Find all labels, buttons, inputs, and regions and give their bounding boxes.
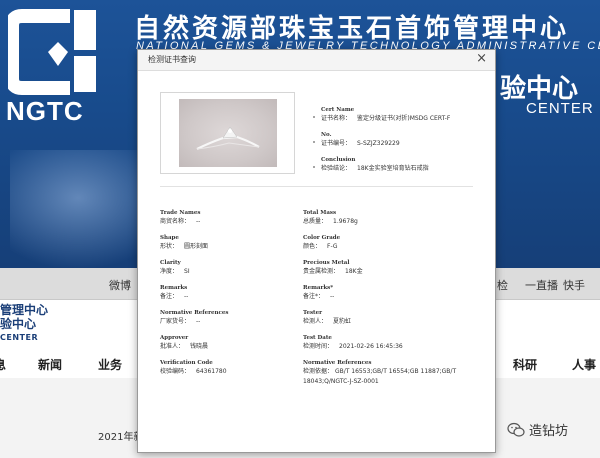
conclusion-row: Conclusion 检验结论： 18K金实验室培育钻石戒指 <box>313 157 493 182</box>
top-nav-check[interactable]: 检 <box>497 277 508 293</box>
field-label-en: Clarity <box>160 260 181 266</box>
field-label-cn: 检测人： <box>303 318 328 325</box>
mini-logo-line-2: 验中心 <box>0 317 37 331</box>
field-label-cn: 形状： <box>160 243 179 250</box>
field-label-cn: 净度： <box>160 268 179 275</box>
product-photo-frame <box>160 92 295 174</box>
dialog-header: 检测证书查询 × <box>138 50 495 71</box>
field-value: 18K金 <box>345 268 363 275</box>
cert-number-row: No. 证书编号： S-SZJZ329229 <box>313 132 493 157</box>
cert-number-label-cn: 证书编号： <box>321 140 352 147</box>
cert-name-value: 鉴定分级证书(对折)MSDG CERT-F <box>357 115 451 122</box>
field-label-en: Tester <box>303 310 322 316</box>
field-label-cn: 总质量： <box>303 218 328 225</box>
dialog-title: 检测证书查询 <box>148 55 196 64</box>
field-value: 钱晓晨 <box>190 343 209 350</box>
field-value: 1.9678g <box>333 218 358 225</box>
field-remarks: Remarks 备注： -- <box>160 285 310 301</box>
field-label-en: Approver <box>160 335 189 341</box>
field-value: 夏豹虹 <box>333 318 352 325</box>
field-label-en: Remarks* <box>303 285 334 291</box>
field-value: SI <box>184 268 190 275</box>
top-nav-yizhibo[interactable]: 一直播 <box>525 277 558 293</box>
field-label-en: Remarks <box>160 285 188 291</box>
field-label-en: Shape <box>160 235 179 241</box>
ring-photo <box>179 99 277 167</box>
cert-number-value: S-SZJZ329229 <box>357 140 400 147</box>
main-nav-research[interactable]: 科研 <box>513 356 537 373</box>
field-shape: Shape 形状： 圆形刻面 <box>160 235 310 251</box>
certificate-summary: Cert Name 证书名称： 鉴定分级证书(对折)MSDG CERT-F No.… <box>313 107 493 182</box>
field-approver: Approver 批准人： 钱晓晨 <box>160 335 310 351</box>
field-label-en: Trade Names <box>160 210 201 216</box>
field-value: -- <box>196 318 201 325</box>
field-precious-metal: Precious Metal 贵金属检测： 18K金 <box>303 260 453 276</box>
field-label-cn: 检测时间： <box>303 343 334 350</box>
site-subtitle-en-fragment: CENTER <box>526 100 594 117</box>
field-clarity: Clarity 净度： SI <box>160 260 310 276</box>
field-label-cn: 备注*： <box>303 293 325 300</box>
field-value: -- <box>184 293 189 300</box>
main-nav-news[interactable]: 新闻 <box>38 356 62 373</box>
field-label-en: Total Mass <box>303 210 337 216</box>
top-nav-kuaishou[interactable]: 快手 <box>563 277 585 293</box>
ngtc-logo-icon <box>8 9 96 95</box>
field-value: -- <box>330 293 335 300</box>
field-total-mass: Total Mass 总质量： 1.9678g <box>303 210 453 226</box>
site-mini-logo: 管理中心 验中心 CENTER <box>0 303 48 345</box>
field-value: 2021-02-26 16:45:36 <box>339 343 403 350</box>
field-trade-names: Trade Names 商贸名称： -- <box>160 210 310 226</box>
wechat-watermark: 造钻坊 <box>507 420 568 439</box>
field-label-en: Precious Metal <box>303 260 350 266</box>
field-label-cn: 厂家货号： <box>160 318 191 325</box>
field-tester: Tester 检测人： 夏豹虹 <box>303 310 453 326</box>
conclusion-label-en: Conclusion <box>321 157 356 163</box>
field-label-cn: 商贸名称： <box>160 218 191 225</box>
field-label-cn: 批准人： <box>160 343 185 350</box>
field-label-cn: 备注： <box>160 293 179 300</box>
field-value: F-G <box>327 243 338 250</box>
field-remarks-star: Remarks* 备注*： -- <box>303 285 453 301</box>
main-nav-business[interactable]: 业务 <box>98 356 122 373</box>
diamond-ring-icon <box>196 126 260 150</box>
field-normative-references: Normative References 检测依据： GB/T 16553;GB… <box>303 360 468 387</box>
field-label-en: Verification Code <box>160 360 213 366</box>
field-color-grade: Color Grade 颜色： F-G <box>303 235 453 251</box>
mini-logo-en: CENTER <box>0 333 39 342</box>
field-label-en: Normative References <box>160 310 229 316</box>
field-value: 64361780 <box>196 368 227 375</box>
cert-name-label-cn: 证书名称： <box>321 115 352 122</box>
conclusion-label-cn: 检验结论： <box>321 165 352 172</box>
close-button[interactable]: × <box>476 51 487 66</box>
field-label-en: Test Date <box>303 335 332 341</box>
cert-name-label-en: Cert Name <box>321 107 355 113</box>
field-manufacturer-no: Normative References 厂家货号： -- <box>160 310 310 326</box>
field-label-cn: 颜色： <box>303 243 322 250</box>
wechat-icon <box>507 422 525 437</box>
conclusion-value: 18K金实验室培育钻石戒指 <box>357 165 429 172</box>
field-label-cn: 校验编码： <box>160 368 191 375</box>
main-nav-fragment: 息 <box>0 358 7 372</box>
field-label-en: Color Grade <box>303 235 341 241</box>
field-label-cn: 贵金属检测： <box>303 268 340 275</box>
section-divider <box>160 186 473 187</box>
field-label-en: Normative References <box>303 360 372 366</box>
field-value: -- <box>196 218 201 225</box>
field-label-cn: 检测依据： <box>303 368 334 375</box>
certificate-query-dialog: 检测证书查询 × Cert Name 证书名称： 鉴定分级证书(对折)MSDG C… <box>137 49 496 453</box>
field-value: 圆形刻面 <box>184 243 209 250</box>
mini-logo-line-1: 管理中心 <box>0 303 49 317</box>
field-test-date: Test Date 检测时间： 2021-02-26 16:45:36 <box>303 335 453 351</box>
top-nav-weibo[interactable]: 微博 <box>109 277 131 293</box>
ngtc-logo-text: NGTC <box>6 96 84 126</box>
wechat-account-name: 造钻坊 <box>529 424 569 439</box>
cert-number-label-en: No. <box>321 132 332 138</box>
cert-name-row: Cert Name 证书名称： 鉴定分级证书(对折)MSDG CERT-F <box>313 107 493 132</box>
main-nav-personnel[interactable]: 人事 <box>572 356 596 373</box>
field-verification-code: Verification Code 校验编码： 64361780 <box>160 360 310 376</box>
